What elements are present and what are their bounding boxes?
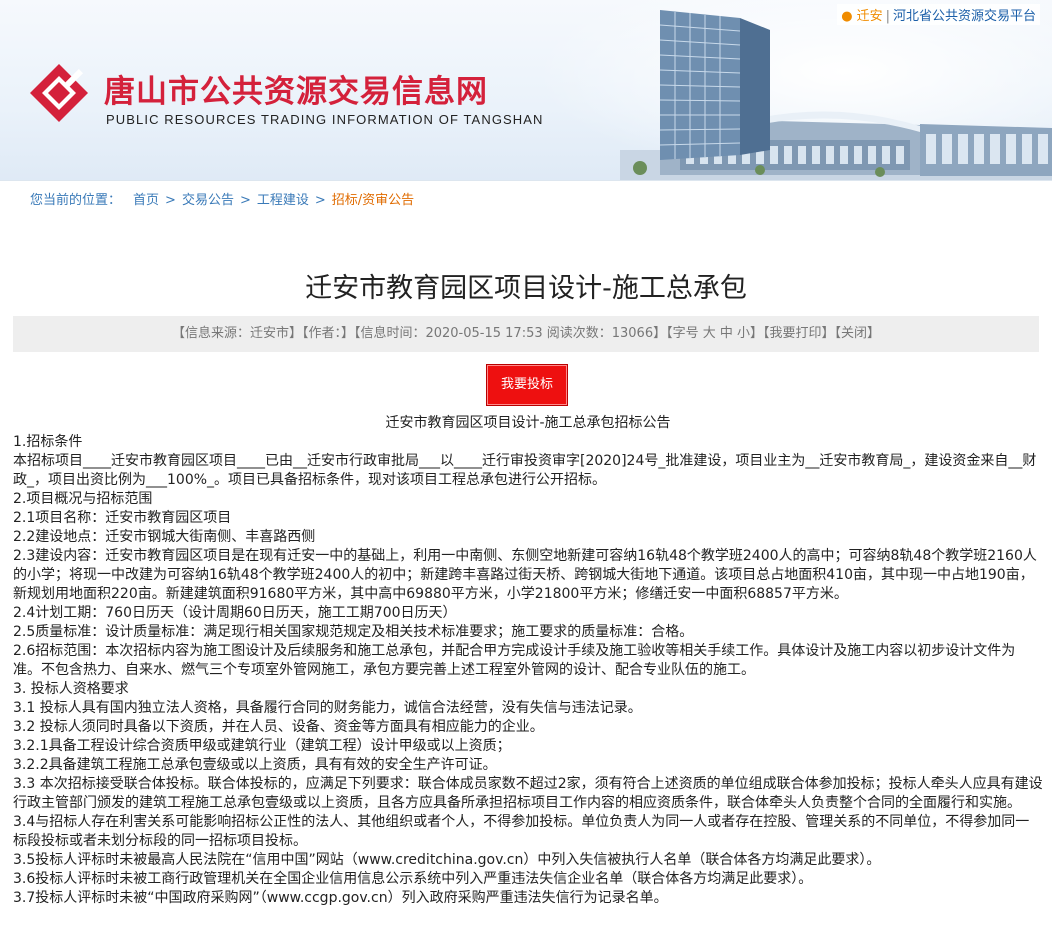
site-header: 唐山市公共资源交易信息网 PUBLIC RESOURCES TRADING IN… <box>0 0 1052 180</box>
notice-content: 迁安市教育园区项目设计-施工总承包招标公告 1.招标条件 本招标项目____迁安… <box>13 414 1043 908</box>
page-title: 迁安市教育园区项目设计-施工总承包 <box>305 273 747 304</box>
notice-line: 3. 投标人资格要求 <box>13 681 129 697</box>
notice-line: 3.1 投标人具有国内独立法人资格，具备履行合同的财务能力，诚信合法经营，没有失… <box>13 700 642 716</box>
breadcrumb-current-link[interactable]: 招标/资审公告 <box>332 193 414 208</box>
city-link[interactable]: 迁安 <box>857 9 883 24</box>
notice-line: 3.2.2具备建筑工程施工总承包壹级或以上资质，具有有效的安全生产许可证。 <box>13 757 497 773</box>
close-link[interactable]: 【关闭】 <box>835 326 881 341</box>
article-meta-bar: 【信息来源：迁安市】【作者：】【信息时间：2020-05-15 17:53 阅读… <box>13 316 1039 352</box>
notice-line: 1.招标条件 <box>13 434 83 450</box>
breadcrumb-label: 您当前的位置： <box>30 193 122 208</box>
site-title-cn: 唐山市公共资源交易信息网 <box>104 74 488 110</box>
breadcrumb-arrow: > <box>314 193 326 208</box>
notice-line: 3.2 投标人须同时具备以下资质，并在人员、设备、资金等方面具有相应能力的企业。 <box>13 719 544 735</box>
notice-line: 2.2建设地点：迁安市钢城大街南侧、丰喜路西侧 <box>13 529 316 545</box>
top-links: ● 迁安 | 河北省公共资源交易平台 <box>837 4 1040 25</box>
site-logo-icon <box>30 64 88 122</box>
notice-line: 3.4与招标人存在利害关系可能影响招标公正性的法人、其他组织或者个人，不得参加投… <box>13 814 1030 849</box>
notice-line: 3.5投标人评标时未被最高人民法院在“信用中国”网站（www.creditchi… <box>13 852 881 868</box>
notice-line: 3.7投标人评标时未被“中国政府采购网”（www.ccgp.gov.cn）列入政… <box>13 890 668 906</box>
meta-source: 【信息来源：迁安市】 <box>171 326 302 341</box>
top-links-separator: | <box>885 9 890 24</box>
breadcrumb-home-link[interactable]: 首页 <box>133 193 159 208</box>
print-link[interactable]: 【我要打印】 <box>763 326 835 341</box>
site-title-en: PUBLIC RESOURCES TRADING INFORMATION OF … <box>106 112 544 127</box>
meta-author: 【作者：】 <box>301 326 354 341</box>
font-size-controls[interactable]: 【字号 大 中 小】 <box>666 326 763 341</box>
breadcrumb-arrow: > <box>165 193 176 208</box>
notice-line: 3.3 本次招标接受联合体投标。联合体投标的，应满足下列要求：联合体成员家数不超… <box>13 776 1043 811</box>
breadcrumb-construction-link[interactable]: 工程建设 <box>257 193 309 208</box>
submit-bid-button[interactable]: 我要投标 <box>487 365 567 405</box>
notice-line: 2.6招标范围：本次招标内容为施工图设计及后续服务和施工总承包，并配合甲方完成设… <box>13 643 1016 678</box>
breadcrumb: 您当前的位置： 首页 > 交易公告 > 工程建设 > 招标/资审公告 <box>0 180 1052 221</box>
location-pin-icon: ● <box>841 9 853 24</box>
notice-line: 2.4计划工期：760日历天（设计周期60日历天，施工工期700日历天） <box>13 605 457 621</box>
notice-line: 3.2.1具备工程设计综合资质甲级或建筑行业（建筑工程）设计甲级或以上资质； <box>13 738 511 754</box>
notice-line: 本招标项目____迁安市教育园区项目____已由__迁安市行政审批局___以__… <box>13 453 1037 488</box>
breadcrumb-arrow: > <box>239 193 251 208</box>
notice-line: 2.3建设内容：迁安市教育园区项目是在现有迁安一中的基础上，利用一中南侧、东侧空… <box>13 548 1037 602</box>
notice-line: 2.1项目名称：迁安市教育园区项目 <box>13 510 232 526</box>
breadcrumb-announcements-link[interactable]: 交易公告 <box>182 193 234 208</box>
notice-title: 迁安市教育园区项目设计-施工总承包招标公告 <box>385 415 671 431</box>
meta-time-views: 【信息时间：2020-05-15 17:53 阅读次数：13066】 <box>353 326 667 341</box>
notice-line: 3.6投标人评标时未被工商行政管理机关在全国企业信用信息公示系统中列入严重违法失… <box>13 871 813 887</box>
building-illustration <box>620 10 1052 180</box>
notice-line: 2.项目概况与招标范围 <box>13 491 153 507</box>
province-platform-link[interactable]: 河北省公共资源交易平台 <box>893 9 1036 24</box>
notice-line: 2.5质量标准：设计质量标准：满足现行相关国家规范规定及相关技术标准要求；施工要… <box>13 624 694 640</box>
